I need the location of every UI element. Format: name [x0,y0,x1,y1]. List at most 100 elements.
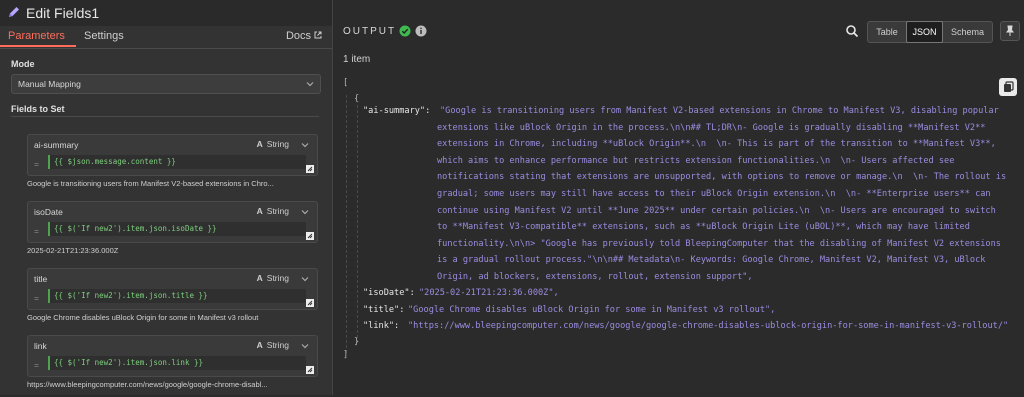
json-open-brace: { [354,94,360,104]
json-value-line: extensions in Chrome, including **uBlock… [437,139,996,149]
json-value-line: Origin, ad blockers, extensions, rollout… [437,272,753,282]
copy-button[interactable] [999,78,1017,96]
indent-guide [357,105,358,343]
field-name-input[interactable]: title [34,274,47,284]
expression-indicator [48,155,50,169]
json-close-bracket: ] [343,350,349,360]
field-type-select[interactable]: A String [257,206,289,216]
field-value-expression[interactable]: {{ $('If new2').item.json.link }} [48,356,306,370]
expression-indicator [48,289,50,303]
json-key-title: "title": [363,305,410,315]
json-close-brace: } [354,337,360,347]
field-box: ai-summary A String = {{ $json.message.co… [27,134,318,176]
check-circle-icon [399,25,411,37]
expression-text: {{ $json.message.content }} [54,157,176,166]
equals-sign: = [34,159,39,169]
json-value-line: functionality.\n\n> "Google has previous… [437,239,1001,249]
expression-text: {{ $('If new2').item.json.link }} [54,358,204,367]
chevron-down-icon[interactable] [301,208,309,216]
string-type-icon: A [256,139,263,149]
info-icon[interactable] [415,25,427,37]
table-view-button[interactable]: Table [868,22,906,42]
active-tab-indicator [0,45,76,47]
json-value-line: "Google is transitioning users from Mani… [440,106,999,116]
schema-view-button[interactable]: Schema [943,22,992,42]
field-name-input[interactable]: link [34,341,47,351]
equals-sign: = [34,293,39,303]
json-value-link: "https://www.bleepingcomputer.com/news/g… [408,321,1009,331]
tab-settings[interactable]: Settings [84,30,124,42]
field-value-preview: 2025-02-21T21:23:36.000Z [27,246,119,255]
string-type-icon: A [256,206,263,216]
field-assignment: link A String = {{ $('If new2').item.json… [27,335,318,397]
field-value-preview: Google is transitioning users from Manif… [27,179,274,188]
equals-sign: = [34,226,39,236]
field-value-expression[interactable]: {{ $json.message.content }} [48,155,306,169]
chevron-down-icon[interactable] [301,275,309,283]
item-count: 1 item [343,54,371,65]
field-assignment: isoDate A String = {{ $('If new2').item.j… [27,201,318,263]
chevron-down-icon[interactable] [301,342,309,350]
field-value-expression[interactable]: {{ $('If new2').item.json.isoDate }} [48,222,306,236]
output-panel: OUTPUT Table JSON Schema 1 item [ { "ai-… [333,0,1024,395]
panel-tabs: Parameters Settings Docs [0,26,332,49]
field-value-expression[interactable]: {{ $('If new2').item.json.title }} [48,289,306,303]
field-type-label: String [266,340,289,350]
equals-sign: = [34,360,39,370]
expression-text: {{ $('If new2').item.json.title }} [54,291,208,300]
string-type-icon: A [256,273,263,283]
expression-text: {{ $('If new2').item.json.isoDate }} [54,224,217,233]
field-assignment: ai-summary A String = {{ $json.message.co… [27,134,318,196]
json-value-line: continue using Manifest V2 until **June … [437,206,996,216]
expression-indicator [48,222,50,236]
json-value-isodate: "2025-02-21T21:23:36.000Z", [419,288,559,298]
external-link-icon [314,31,322,39]
string-type-icon: A [256,340,263,350]
section-divider [11,116,319,117]
expression-indicator [48,356,50,370]
json-value-line: which aims to enhance performance but re… [437,156,955,166]
docs-link[interactable]: Docs [286,30,322,42]
node-title-bar: Edit Fields1 [0,0,332,26]
field-type-select[interactable]: A String [257,139,289,149]
expand-icon[interactable] [306,232,314,240]
field-type-select[interactable]: A String [257,340,289,350]
field-name-input[interactable]: isoDate [34,207,63,217]
expand-icon[interactable] [306,299,314,307]
tab-parameters[interactable]: Parameters [8,30,65,42]
json-value-line: is a gradual rollout process."\n\n## Met… [437,255,986,265]
json-key-ai-summary: "ai-summary": [363,106,436,116]
json-value-title: "Google Chrome disables uBlock Origin fo… [408,305,776,315]
field-type-select[interactable]: A String [257,273,289,283]
json-value-line: extensions like uBlock Origin in the pro… [437,123,986,133]
json-open-bracket: [ [343,78,349,88]
output-label: OUTPUT [343,26,397,37]
view-mode-toggle: Table JSON Schema [867,21,993,43]
chevron-down-icon [306,82,314,87]
mode-label: Mode [11,59,35,69]
expand-icon[interactable] [306,165,314,173]
indent-guide [346,95,347,353]
field-box: title A String = {{ $('If new2').item.jso… [27,268,318,310]
copy-icon [1004,81,1014,92]
mode-select[interactable]: Manual Mapping [11,74,321,94]
parameters-panel: Edit Fields1 Parameters Settings Docs Mo… [0,0,333,395]
node-title[interactable]: Edit Fields1 [26,5,99,21]
search-icon[interactable] [845,24,859,38]
chevron-down-icon[interactable] [301,141,309,149]
pin-data-button[interactable] [1000,21,1020,41]
field-value-preview: https://www.bleepingcomputer.com/news/go… [27,380,268,389]
expand-icon[interactable] [306,366,314,374]
json-key-isodate: "isoDate": [363,288,420,298]
field-type-label: String [266,273,289,283]
pencil-icon [9,7,19,17]
field-name-input[interactable]: ai-summary [34,140,78,150]
field-assignment: title A String = {{ $('If new2').item.jso… [27,268,318,330]
json-value-line: to **Manifest V3-compatible** extensions… [437,222,970,232]
field-box: isoDate A String = {{ $('If new2').item.j… [27,201,318,243]
json-key-link: "link": [363,321,405,331]
json-value-line: notifications stating that extensions ar… [437,172,1007,182]
mode-select-value: Manual Mapping [18,79,81,89]
json-view-button[interactable]: JSON [906,21,943,43]
field-type-label: String [266,206,289,216]
